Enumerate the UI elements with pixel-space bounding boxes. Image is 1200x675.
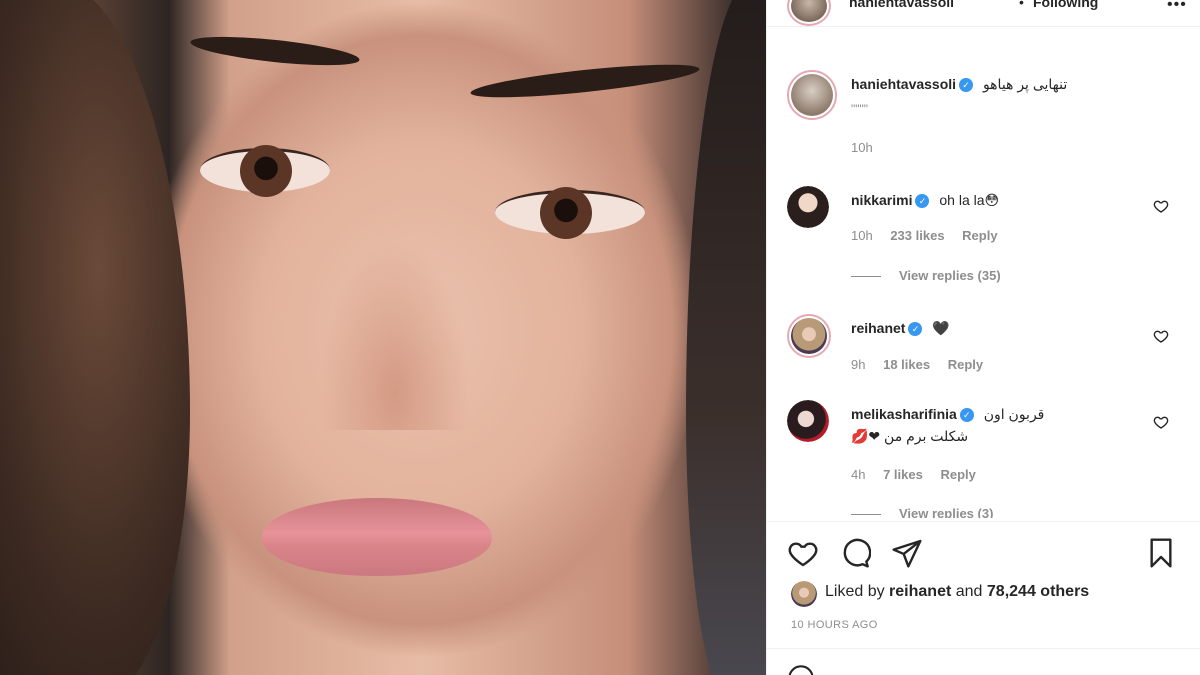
post-header: haniehtavassoli • Following •••	[787, 0, 1197, 26]
comment-likes[interactable]: 7 likes	[883, 467, 923, 482]
comment-meta: 9h 18 likes Reply	[851, 357, 997, 372]
comment-line: melikasharifinia ✓ قربون اون	[851, 406, 1044, 423]
likes-user[interactable]: reihanet	[889, 583, 951, 600]
photo-lips	[262, 498, 492, 576]
comment-meta: 10h 233 likes Reply	[851, 228, 1012, 243]
author-avatar[interactable]	[787, 0, 831, 26]
comment-avatar[interactable]	[787, 314, 831, 358]
view-replies-dash	[851, 276, 881, 278]
view-replies-button[interactable]: View replies (3)	[851, 506, 993, 518]
paper-plane-icon[interactable]	[891, 537, 923, 569]
following-button[interactable]: Following	[1033, 0, 1098, 10]
footer-divider	[767, 648, 1200, 649]
comment-text: قربون اون	[983, 406, 1045, 422]
small-heart-icon[interactable]	[1153, 198, 1169, 214]
photo-brow-right	[469, 58, 701, 104]
view-replies-dash	[851, 514, 881, 516]
header-separator: •	[1019, 0, 1024, 10]
view-replies-button[interactable]: View replies (35)	[851, 268, 1001, 283]
caption-time[interactable]: 10h	[851, 140, 873, 155]
post-photo[interactable]	[0, 0, 766, 675]
photo-nose	[320, 240, 470, 430]
comment-meta: 4h 7 likes Reply	[851, 467, 990, 482]
photo-eye-left	[200, 145, 330, 197]
likes-prefix: Liked by	[825, 583, 885, 600]
caption-text: تنهایی پر هیاهو	[982, 76, 1068, 92]
photo-hair-right	[686, 0, 766, 675]
small-heart-icon[interactable]	[1153, 328, 1169, 344]
comment-username[interactable]: reihanet	[851, 320, 905, 336]
comments-divider	[767, 521, 1200, 522]
comment-text: oh la la😳	[939, 192, 1000, 208]
verified-badge-icon: ✓	[959, 78, 974, 93]
verified-badge-icon: ✓	[915, 194, 930, 209]
comment-time[interactable]: 4h	[851, 467, 865, 482]
heart-icon[interactable]	[787, 537, 819, 569]
author-username[interactable]: haniehtavassoli	[849, 0, 954, 10]
comment-likes[interactable]: 233 likes	[890, 228, 944, 243]
post-actions	[787, 537, 1187, 569]
bookmark-icon[interactable]	[1145, 537, 1177, 569]
header-divider	[767, 26, 1200, 27]
post-time[interactable]: 10 HOURS AGO	[791, 619, 878, 631]
comment-text: 🖤	[932, 320, 950, 336]
comment-time[interactable]: 10h	[851, 228, 873, 243]
caption-quote-line: """"	[851, 102, 869, 116]
caption-username[interactable]: haniehtavassoli	[851, 76, 956, 92]
caption-meta: 10h	[851, 140, 887, 155]
comment-likes[interactable]: 18 likes	[883, 357, 930, 372]
photo-hair-left	[0, 0, 190, 675]
likes-summary-text: Liked by reihanet and 78,244 others	[825, 583, 1089, 601]
comment-line: nikkarimi ✓ oh la la😳	[851, 192, 999, 209]
emoji-icon[interactable]	[787, 664, 815, 675]
view-replies-label: View replies (3)	[899, 506, 994, 518]
comment-reply-button[interactable]: Reply	[948, 357, 983, 372]
more-options-icon[interactable]: •••	[1167, 0, 1187, 14]
comment-bubble-icon[interactable]	[839, 537, 871, 569]
comment-avatar[interactable]	[787, 400, 829, 442]
verified-badge-icon: ✓	[908, 322, 923, 337]
post-details-panel: haniehtavassoli • Following ••• haniehta…	[766, 0, 1200, 675]
likes-joiner: and	[955, 583, 983, 600]
comment-username[interactable]: melikasharifinia	[851, 406, 957, 422]
comment-text-line2: شکلت برم من ❤💋	[851, 428, 969, 444]
verified-badge-icon: ✓	[959, 408, 974, 423]
caption-avatar[interactable]	[787, 70, 837, 120]
likes-count[interactable]: 78,244 others	[987, 583, 1089, 600]
comment-avatar[interactable]	[787, 186, 829, 228]
photo-brow-left	[189, 31, 361, 71]
comment-username[interactable]: nikkarimi	[851, 192, 912, 208]
caption-line: haniehtavassoli ✓ تنهایی پر هیاهو	[851, 76, 1067, 93]
comment-line: reihanet ✓ 🖤	[851, 320, 950, 337]
photo-eye-right	[495, 187, 645, 239]
comment-reply-button[interactable]: Reply	[962, 228, 997, 243]
comment-time[interactable]: 9h	[851, 357, 865, 372]
view-replies-label: View replies (35)	[899, 268, 1001, 283]
small-heart-icon[interactable]	[1153, 414, 1169, 430]
liked-by-avatar[interactable]	[791, 581, 817, 607]
comment-reply-button[interactable]: Reply	[940, 467, 975, 482]
